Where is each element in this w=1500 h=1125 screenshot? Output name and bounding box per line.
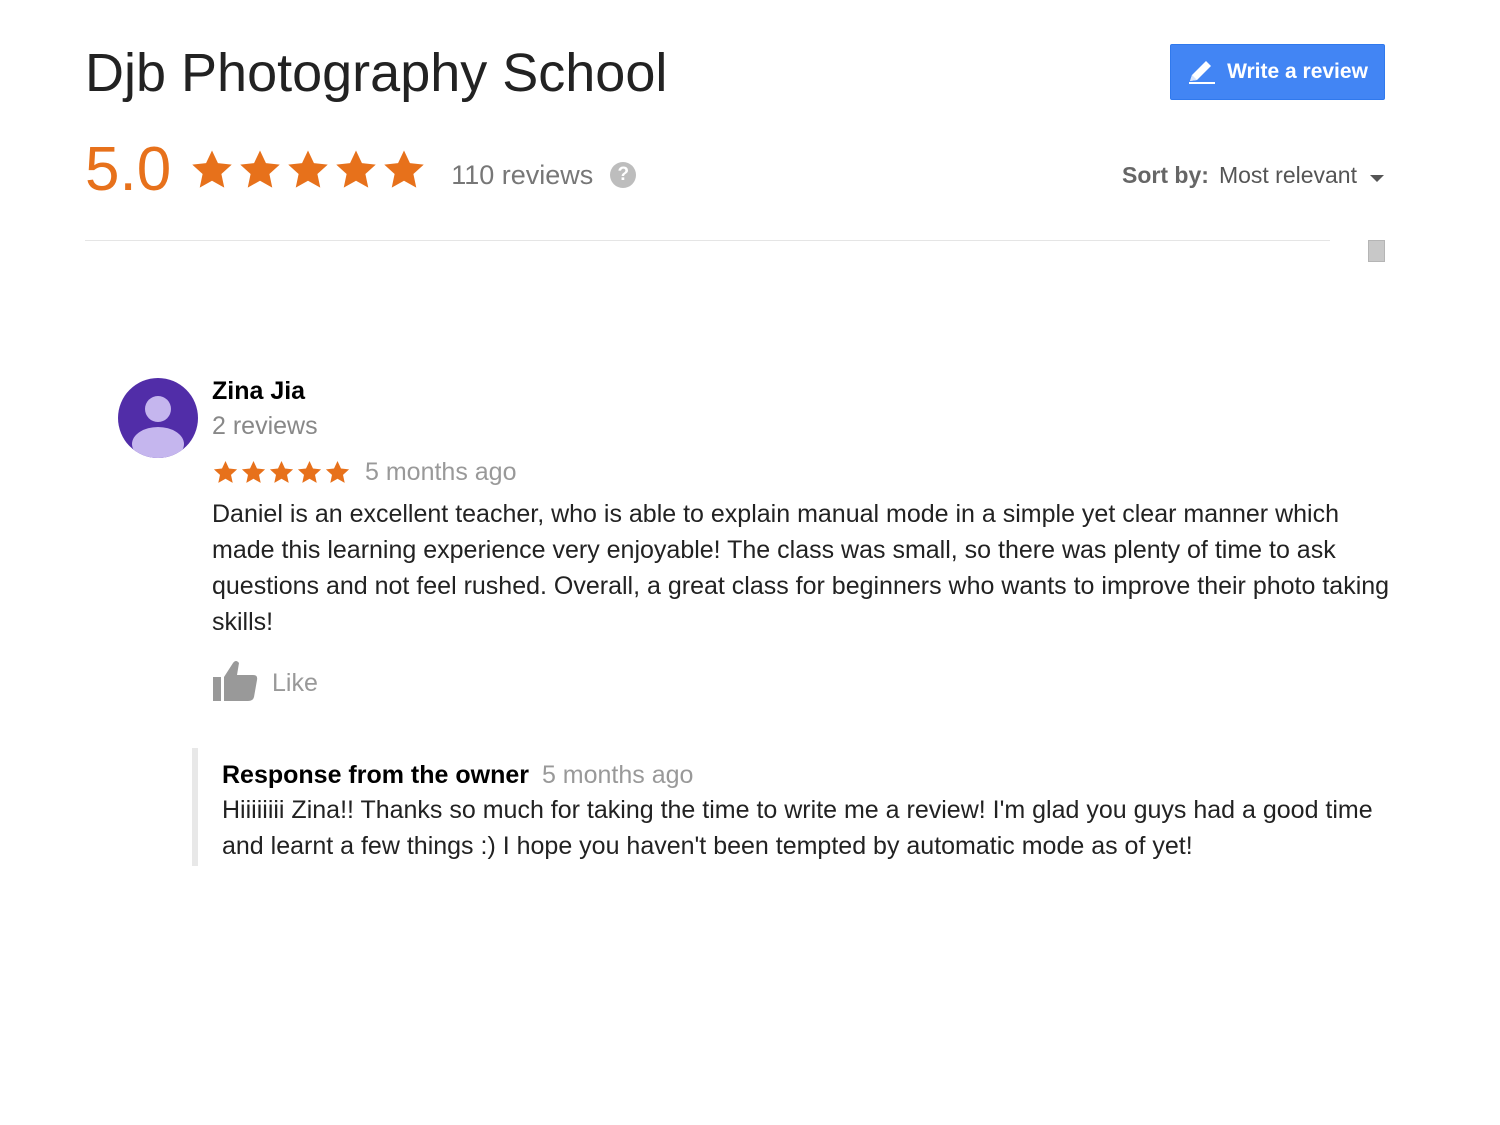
review-text: Daniel is an excellent teacher, who is a… (212, 500, 1390, 636)
owner-response-label: Response from the owner (222, 761, 529, 789)
review-date: 5 months ago (365, 458, 517, 486)
owner-response-header: Response from the owner 5 months ago (222, 760, 1392, 790)
scrollbar-thumb[interactable] (1368, 240, 1385, 262)
page-title: Djb Photography School (85, 43, 668, 103)
review-meta: 5 months ago (212, 458, 517, 487)
star-icon (384, 150, 424, 188)
review-count-link[interactable]: 110 reviews (451, 150, 593, 191)
star-icon (192, 150, 232, 188)
star-icon (297, 461, 322, 483)
like-button[interactable]: Like (212, 660, 318, 707)
star-icon (240, 150, 280, 188)
thumbs-up-icon (212, 660, 258, 707)
star-icon (213, 461, 238, 483)
write-review-label: Write a review (1227, 60, 1368, 83)
owner-response-text: Hiiiiiiii Zina!! Thanks so much for taki… (222, 796, 1373, 860)
star-icon (288, 150, 328, 188)
rating-summary: 5.0 110 reviews ? (85, 128, 637, 212)
owner-response-date: 5 months ago (541, 761, 694, 789)
review-stars (212, 459, 351, 486)
sort-value: Most relevant (1218, 162, 1357, 188)
sort-dropdown[interactable]: Sort by: Most relevant (1122, 162, 1385, 189)
user-icon (118, 378, 198, 458)
rating-stars (189, 147, 427, 193)
star-icon (325, 461, 350, 483)
reviewer-review-count[interactable]: 2 reviews (212, 412, 318, 441)
rating-score: 5.0 (85, 135, 172, 204)
star-icon (269, 461, 294, 483)
star-icon (336, 150, 376, 188)
like-label: Like (272, 669, 318, 697)
help-icon[interactable]: ? (610, 162, 637, 188)
reviewer-name[interactable]: Zina Jia (212, 377, 305, 406)
header-divider (85, 240, 1330, 241)
write-review-button[interactable]: Write a review (1170, 44, 1385, 100)
avatar[interactable] (118, 378, 198, 458)
pencil-icon (1187, 59, 1217, 85)
star-icon (241, 461, 266, 483)
caret-down-icon (1369, 162, 1385, 189)
owner-response: Response from the owner 5 months ago Hii… (192, 748, 1392, 866)
sort-label: Sort by: (1122, 162, 1209, 188)
